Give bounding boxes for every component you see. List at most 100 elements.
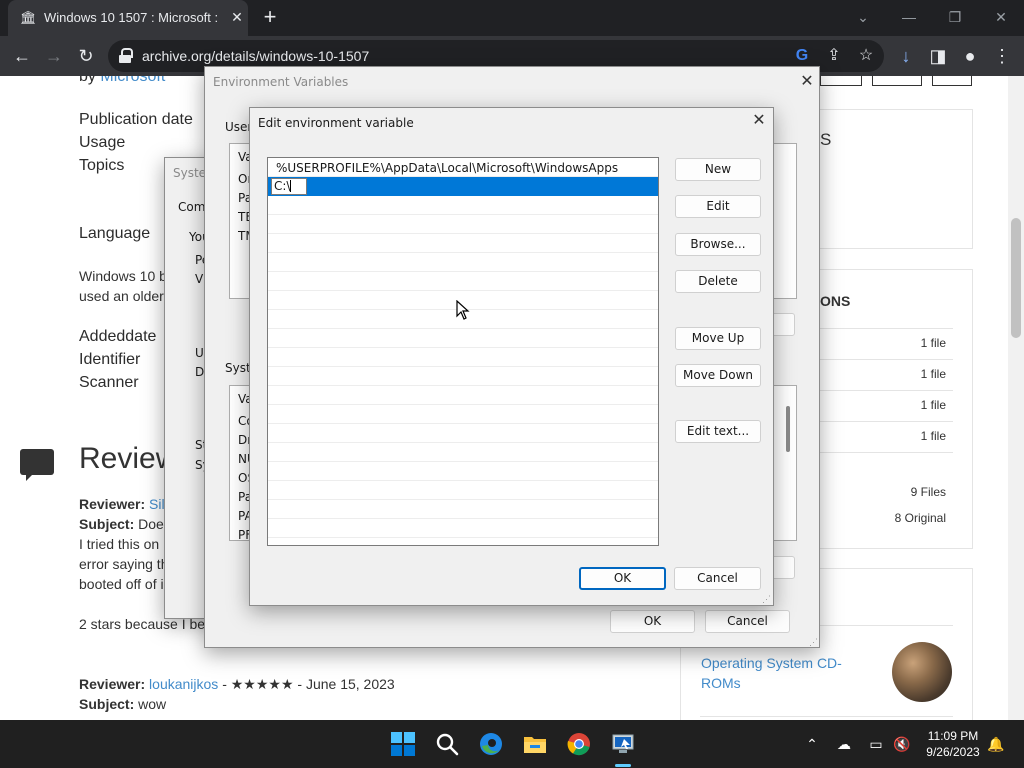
list-item-selected[interactable]: C:\ [268, 177, 658, 196]
move-down-button[interactable]: Move Down [675, 364, 761, 387]
system-vars-scroll-thumb[interactable] [786, 406, 790, 452]
google-lens-icon[interactable]: G [792, 46, 812, 66]
description-line-1: Windows 10 b [79, 268, 167, 284]
lock-icon[interactable] [118, 48, 133, 64]
windows-start-icon[interactable] [389, 730, 417, 758]
close-icon[interactable]: ✕ [795, 71, 819, 93]
author-link[interactable]: Microsoft [100, 76, 165, 85]
ok-button[interactable]: OK [579, 567, 666, 590]
delete-button[interactable]: Delete [675, 270, 761, 293]
review2-reviewer-link[interactable]: loukanijkos [149, 676, 218, 692]
edit-text-button[interactable]: Edit text... [675, 420, 761, 443]
tab-search-icon[interactable]: ⌄ [850, 6, 876, 28]
list-item[interactable] [268, 367, 658, 386]
profile-icon[interactable]: ● [958, 44, 982, 68]
forward-arrow-icon[interactable]: → [42, 44, 66, 68]
divider [820, 452, 953, 453]
reload-icon[interactable]: ↻ [74, 44, 98, 68]
new-tab-button[interactable]: + [258, 6, 282, 30]
list-item[interactable] [268, 234, 658, 253]
file-count-4[interactable]: 1 file [921, 429, 946, 443]
edit-button[interactable]: Edit [675, 195, 761, 218]
list-item[interactable] [268, 481, 658, 500]
notification-bell-icon[interactable]: 🔔 [986, 734, 1006, 754]
reviews-heading: Review [79, 442, 178, 475]
system-properties-app-icon[interactable] [609, 730, 637, 758]
edge-browser-icon[interactable] [477, 730, 505, 758]
list-item[interactable] [268, 386, 658, 405]
list-item[interactable] [268, 329, 658, 348]
browser-tabbar: 🏛 Windows 10 1507 : Microsoft : F ✕ + ⌄ … [0, 0, 1024, 36]
close-icon[interactable]: ✕ [747, 110, 771, 132]
total-original[interactable]: 8 Original [895, 511, 946, 525]
list-item[interactable] [268, 348, 658, 367]
onedrive-cloud-icon[interactable]: ☁ [834, 734, 854, 754]
network-display-icon[interactable]: ▭ [866, 734, 886, 754]
volume-muted-icon[interactable]: 🔇 [892, 734, 912, 754]
browser-tab[interactable]: 🏛 Windows 10 1507 : Microsoft : F ✕ [8, 0, 248, 36]
list-item[interactable] [268, 405, 658, 424]
chrome-browser-icon[interactable] [565, 730, 593, 758]
restore-window-button[interactable]: ❐ [942, 6, 968, 28]
new-button[interactable]: New [675, 158, 761, 181]
menu-kebab-icon[interactable]: ⋮ [990, 44, 1014, 68]
reviewer-label: Reviewer: [79, 496, 146, 512]
review1-body-2: error saying th [79, 556, 169, 572]
collection-link[interactable]: Operating System CD-ROMs [701, 653, 861, 693]
text-caret [290, 180, 292, 192]
by-label: by [79, 76, 96, 85]
reviews-chat-icon [20, 449, 54, 481]
taskbar-clock[interactable]: 11:09 PM 9/26/2023 [918, 728, 988, 760]
list-item[interactable]: %USERPROFILE%\AppData\Local\Microsoft\Wi… [268, 158, 658, 177]
side-title-fragment: S [820, 130, 832, 149]
browse-button[interactable]: Browse... [675, 233, 761, 256]
env-cancel-button[interactable]: Cancel [705, 610, 790, 633]
list-item[interactable] [268, 196, 658, 215]
list-item[interactable] [268, 253, 658, 272]
close-tab-icon[interactable]: ✕ [228, 8, 246, 26]
list-item[interactable] [268, 462, 658, 481]
path-edit-input[interactable]: C:\ [271, 178, 307, 195]
cancel-button[interactable]: Cancel [674, 567, 761, 590]
list-item[interactable] [268, 500, 658, 519]
total-files[interactable]: 9 Files [911, 485, 946, 499]
list-item[interactable] [268, 519, 658, 538]
path-entry-text: %USERPROFILE%\AppData\Local\Microsoft\Wi… [276, 161, 619, 175]
file-count-3[interactable]: 1 file [921, 398, 946, 412]
list-item[interactable] [268, 215, 658, 234]
resize-grip-icon[interactable]: ⋰ [762, 594, 772, 604]
resize-grip-icon[interactable]: ⋰ [809, 637, 819, 647]
minimize-window-button[interactable]: — [896, 6, 922, 28]
review1-reviewer-link[interactable]: Sil [149, 496, 165, 512]
action-button-1[interactable] [820, 76, 862, 86]
reviewer-label: Reviewer: [79, 676, 146, 692]
edit-dialog-title: Edit environment variable [258, 116, 414, 130]
page-scroll-thumb[interactable] [1011, 218, 1021, 338]
list-item[interactable] [268, 424, 658, 443]
language-label: Language [79, 225, 151, 242]
close-window-button[interactable]: ✕ [988, 6, 1014, 28]
list-item[interactable] [268, 443, 658, 462]
file-count-1[interactable]: 1 file [921, 336, 946, 350]
file-count-2[interactable]: 1 file [921, 367, 946, 381]
list-item[interactable] [268, 272, 658, 291]
side-panel-icon[interactable]: ◨ [926, 44, 950, 68]
back-arrow-icon[interactable]: ← [10, 44, 34, 68]
file-explorer-icon[interactable] [521, 730, 549, 758]
bookmark-star-icon[interactable]: ☆ [856, 46, 876, 66]
chevron-up-icon[interactable]: ⌃ [802, 734, 822, 754]
path-entries-list[interactable]: %USERPROFILE%\AppData\Local\Microsoft\Wi… [267, 157, 659, 546]
search-icon[interactable] [433, 730, 461, 758]
collection-gear-thumbnail[interactable] [892, 642, 952, 702]
action-button-3[interactable] [932, 76, 972, 86]
action-button-2[interactable] [872, 76, 922, 86]
download-icon[interactable]: ↓ [894, 44, 918, 68]
share-icon[interactable]: ⇪ [824, 46, 844, 66]
page-scrollbar[interactable] [1008, 76, 1024, 720]
scanner-label: Scanner [79, 374, 139, 391]
divider [820, 359, 953, 360]
download-options-title: ONS [820, 293, 851, 309]
divider [700, 716, 953, 717]
env-ok-button[interactable]: OK [610, 610, 695, 633]
move-up-button[interactable]: Move Up [675, 327, 761, 350]
